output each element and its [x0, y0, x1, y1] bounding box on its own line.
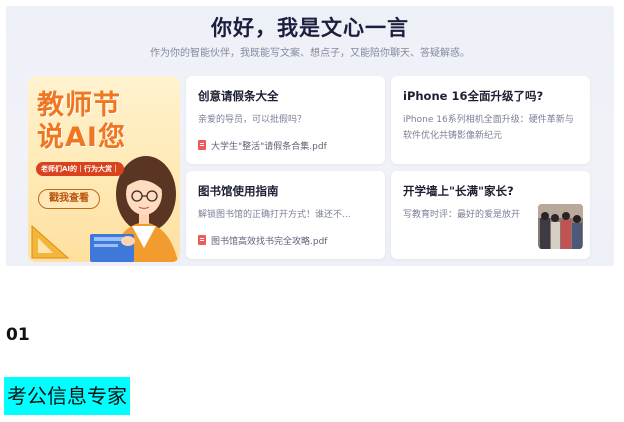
pdf-icon	[198, 140, 206, 150]
card-title: 开学墙上"长满"家长?	[403, 184, 514, 198]
prompt-card-leave-note[interactable]: 创意请假条大全 亲爱的导员，可以批假吗？ 大学生"整活"请假条合集.pdf	[186, 76, 385, 164]
prompt-card-parents-wall[interactable]: 开学墙上"长满"家长? 写教育时评：最好的爱是放开	[391, 171, 590, 259]
card-description: iPhone 16系列相机全面升级：硬件革新与软件优化共铸影像新纪元	[403, 115, 574, 141]
card-thumbnail-image	[538, 204, 583, 249]
teachers-day-promo-banner[interactable]: 教师节 说AI您 老师们AI的｜行为大赏｜ 戳我查看	[28, 76, 180, 262]
hero-title: 你好，我是文心一言	[211, 16, 409, 40]
card-description: 解锁图书馆的正确打开方式！谁还不...	[198, 210, 351, 220]
section-title: 考公信息专家	[4, 377, 130, 415]
card-description: 亲爱的导员，可以批假吗？	[198, 115, 307, 125]
pdf-icon	[198, 235, 206, 245]
card-title: 图书馆使用指南	[198, 184, 279, 198]
promo-title: 教师节 说AI您	[37, 90, 126, 154]
attachment-filename: 大学生"整活"请假条合集.pdf	[211, 142, 327, 152]
card-description: 写教育时评：最好的爱是放开	[403, 210, 521, 220]
prompt-card-iphone16[interactable]: iPhone 16全面升级了吗? iPhone 16系列相机全面升级：硬件革新与…	[391, 76, 590, 164]
promo-tag: 老师们AI的｜行为大赏｜	[36, 162, 125, 176]
card-attachment[interactable]: 大学生"整活"请假条合集.pdf	[198, 139, 327, 152]
card-attachment[interactable]: 图书馆高效找书完全攻略.pdf	[198, 234, 327, 247]
card-title: 创意请假条大全	[198, 89, 279, 103]
card-title: iPhone 16全面升级了吗?	[403, 89, 544, 103]
section-number: 01	[6, 325, 30, 345]
promo-title-line1: 教师节	[37, 90, 121, 121]
wenxin-welcome-panel: 你好，我是文心一言 作为你的智能伙伴，我既能写文案、想点子，又能陪你聊天、答疑解…	[6, 6, 614, 266]
prompt-card-library-guide[interactable]: 图书馆使用指南 解锁图书馆的正确打开方式！谁还不... 图书馆高效找书完全攻略.…	[186, 171, 385, 259]
hero-subtitle: 作为你的智能伙伴，我既能写文案、想点子，又能陪你聊天、答疑解惑。	[150, 48, 470, 59]
promo-title-line2: 说AI您	[37, 122, 126, 153]
attachment-filename: 图书馆高效找书完全攻略.pdf	[211, 237, 328, 247]
view-promo-button[interactable]: 戳我查看	[38, 189, 100, 209]
